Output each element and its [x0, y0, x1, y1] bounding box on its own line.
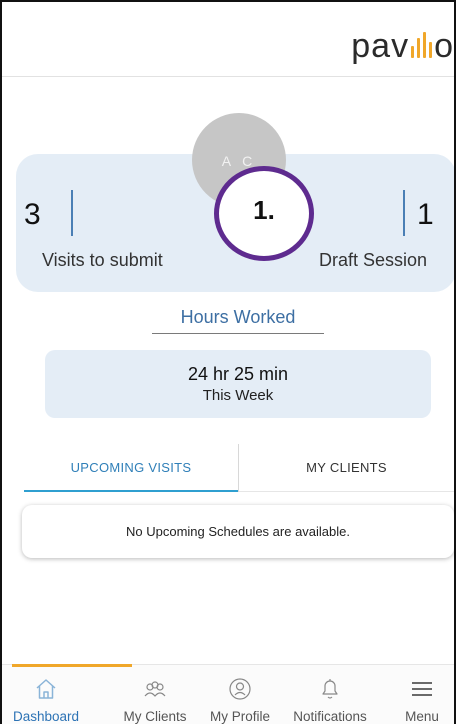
draft-session-count[interactable]: 1 — [417, 198, 434, 232]
nav-item-my-clients[interactable]: My Clients — [110, 665, 200, 724]
nav-label-dashboard: Dashboard — [12, 709, 80, 724]
nav-label-my-profile: My Profile — [209, 709, 270, 724]
hamburger-menu-icon — [409, 677, 435, 701]
tab-my-clients[interactable]: MY CLIENTS — [239, 444, 454, 492]
nav-item-dashboard[interactable]: Dashboard — [2, 665, 90, 724]
clients-icon — [142, 677, 168, 701]
visits-to-submit-count[interactable]: 3 — [24, 198, 41, 232]
tab-upcoming-visits[interactable]: UPCOMING VISITS — [24, 444, 238, 492]
empty-schedules-card: No Upcoming Schedules are available. — [22, 505, 454, 558]
bottom-nav: Dashboard My Clients My Profile Notifica… — [2, 664, 454, 724]
draft-session-label[interactable]: Draft Session — [319, 250, 427, 271]
nav-label-notifications: Notifications — [293, 709, 367, 724]
logo-bars-icon — [411, 32, 433, 58]
nav-item-menu[interactable]: Menu — [392, 665, 452, 724]
nav-item-my-profile[interactable]: My Profile — [200, 665, 280, 724]
home-icon — [33, 677, 59, 701]
empty-schedules-message: No Upcoming Schedules are available. — [125, 524, 350, 539]
bell-icon — [317, 677, 343, 701]
step-callout-marker: 1. — [214, 166, 314, 261]
nav-label-my-clients: My Clients — [123, 709, 187, 724]
hours-worked-title: Hours Worked — [152, 307, 324, 334]
pavillio-logo: pav o — [351, 27, 454, 65]
draft-divider — [403, 190, 405, 236]
app-header: pav o — [2, 2, 454, 77]
hours-worked-period: This Week — [202, 387, 274, 404]
step-callout-label: 1. — [253, 195, 275, 225]
visits-to-submit-label[interactable]: Visits to submit — [42, 250, 163, 271]
visits-tabs: UPCOMING VISITS MY CLIENTS — [24, 444, 454, 492]
app-screen: pav o A C 3 Visits to submit 1 Draft Ses… — [0, 0, 456, 724]
nav-label-menu: Menu — [405, 709, 439, 724]
profile-icon — [227, 677, 253, 701]
visits-divider — [71, 190, 73, 236]
hours-worked-card: 24 hr 25 min This Week — [45, 350, 431, 418]
hours-worked-value: 24 hr 25 min — [187, 364, 289, 384]
nav-item-notifications[interactable]: Notifications — [284, 665, 376, 724]
